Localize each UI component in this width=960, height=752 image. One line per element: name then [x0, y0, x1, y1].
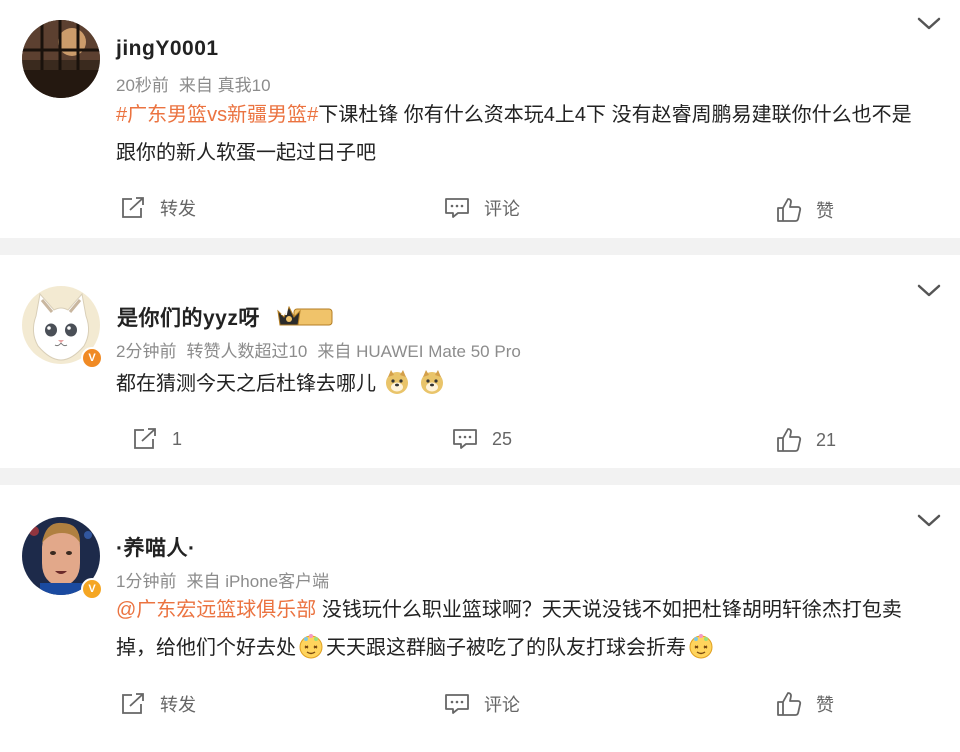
comment-label: 评论	[484, 695, 520, 715]
repost-icon	[122, 693, 144, 714]
repost-label: 转发	[160, 199, 196, 219]
repost-icon	[134, 428, 156, 449]
repost-icon	[122, 197, 144, 218]
verified-badge: V	[81, 578, 103, 600]
chevron-down-icon[interactable]	[916, 283, 942, 299]
avatar[interactable]	[22, 20, 100, 98]
post-3: V ·养喵人· 1分钟前 来自 iPhone客户端 @广东宏远篮球俱乐部 没钱玩什…	[0, 485, 960, 752]
thumbs-up-icon	[777, 428, 802, 452]
post-text-2: 天天跟这群脑子被吃了的队友打球会折寿	[326, 637, 686, 659]
mention-link[interactable]: @广东宏远篮球俱乐部	[116, 599, 316, 621]
username-row: 是你们的yyz呀 II	[117, 302, 334, 332]
post-source: 来自 iPhone客户端	[186, 572, 330, 591]
post-extra: 转赞人数超过10	[186, 342, 308, 361]
like-button[interactable]: 赞	[776, 691, 834, 717]
chevron-down-icon[interactable]	[916, 16, 942, 32]
level-badge: II	[281, 304, 289, 318]
dizzy-face-emoji-icon	[299, 634, 323, 659]
post-content: #广东男篮vs新疆男篮#下课杜锋 你有什么资本玩4上4下 没有赵睿周鹏易建联你什…	[116, 96, 930, 172]
comment-button[interactable]: 评论	[444, 195, 520, 221]
post-2: V 是你们的yyz呀 II 2分钟前 转赞人数超过10 来自 HUAWEI Mate…	[0, 255, 960, 468]
comment-button[interactable]: 25	[452, 427, 512, 451]
repost-label: 转发	[160, 695, 196, 715]
repost-count: 1	[172, 428, 183, 449]
repost-button[interactable]: 转发	[120, 195, 196, 221]
thumbs-up-icon	[777, 692, 802, 716]
doge-emoji-icon	[385, 370, 408, 394]
comment-button[interactable]: 评论	[444, 691, 520, 717]
separator	[0, 468, 960, 485]
comment-icon	[445, 694, 469, 714]
comment-icon	[445, 198, 469, 218]
username[interactable]: ·养喵人·	[116, 532, 196, 562]
post-source: 来自 真我10	[178, 76, 271, 95]
dizzy-face-emoji-icon	[689, 634, 713, 659]
username[interactable]: 是你们的yyz呀	[117, 307, 260, 330]
chevron-down-icon[interactable]	[916, 513, 942, 529]
repost-button[interactable]: 1	[132, 427, 182, 451]
like-label: 赞	[816, 695, 834, 715]
username[interactable]: jingY0001	[116, 37, 219, 61]
doge-emoji-icon	[421, 370, 444, 394]
post-time: 20秒前	[116, 76, 169, 95]
like-label: 赞	[816, 201, 834, 221]
hashtag-link[interactable]: #广东男篮vs新疆男篮#	[116, 104, 318, 126]
comment-count: 25	[492, 428, 513, 449]
repost-button[interactable]: 转发	[120, 691, 196, 717]
post-source: 来自 HUAWEI Mate 50 Pro	[317, 342, 521, 361]
verified-badge: V	[81, 347, 103, 369]
comment-icon	[453, 429, 477, 449]
post-content: @广东宏远篮球俱乐部 没钱玩什么职业篮球啊？天天说没钱不如把杜锋胡明轩徐杰打包卖…	[116, 591, 930, 667]
like-count: 21	[816, 429, 837, 450]
like-button[interactable]: 21	[776, 427, 836, 453]
post-time: 2分钟前	[116, 342, 177, 361]
post-meta: 1分钟前 来自 iPhone客户端	[116, 567, 339, 592]
post-1: jingY0001 20秒前 来自 真我10 #广东男篮vs新疆男篮#下课杜锋 你…	[0, 0, 960, 238]
comment-label: 评论	[484, 199, 520, 219]
like-button[interactable]: 赞	[776, 197, 834, 223]
thumbs-up-icon	[777, 198, 802, 222]
post-meta: 20秒前 来自 真我10	[116, 71, 281, 96]
separator	[0, 238, 960, 255]
post-time: 1分钟前	[116, 572, 177, 591]
post-content: 都在猜测今天之后杜锋去哪儿	[116, 365, 930, 403]
post-text: 都在猜测今天之后杜锋去哪儿	[116, 373, 376, 395]
post-meta: 2分钟前 转赞人数超过10 来自 HUAWEI Mate 50 Pro	[116, 337, 531, 362]
